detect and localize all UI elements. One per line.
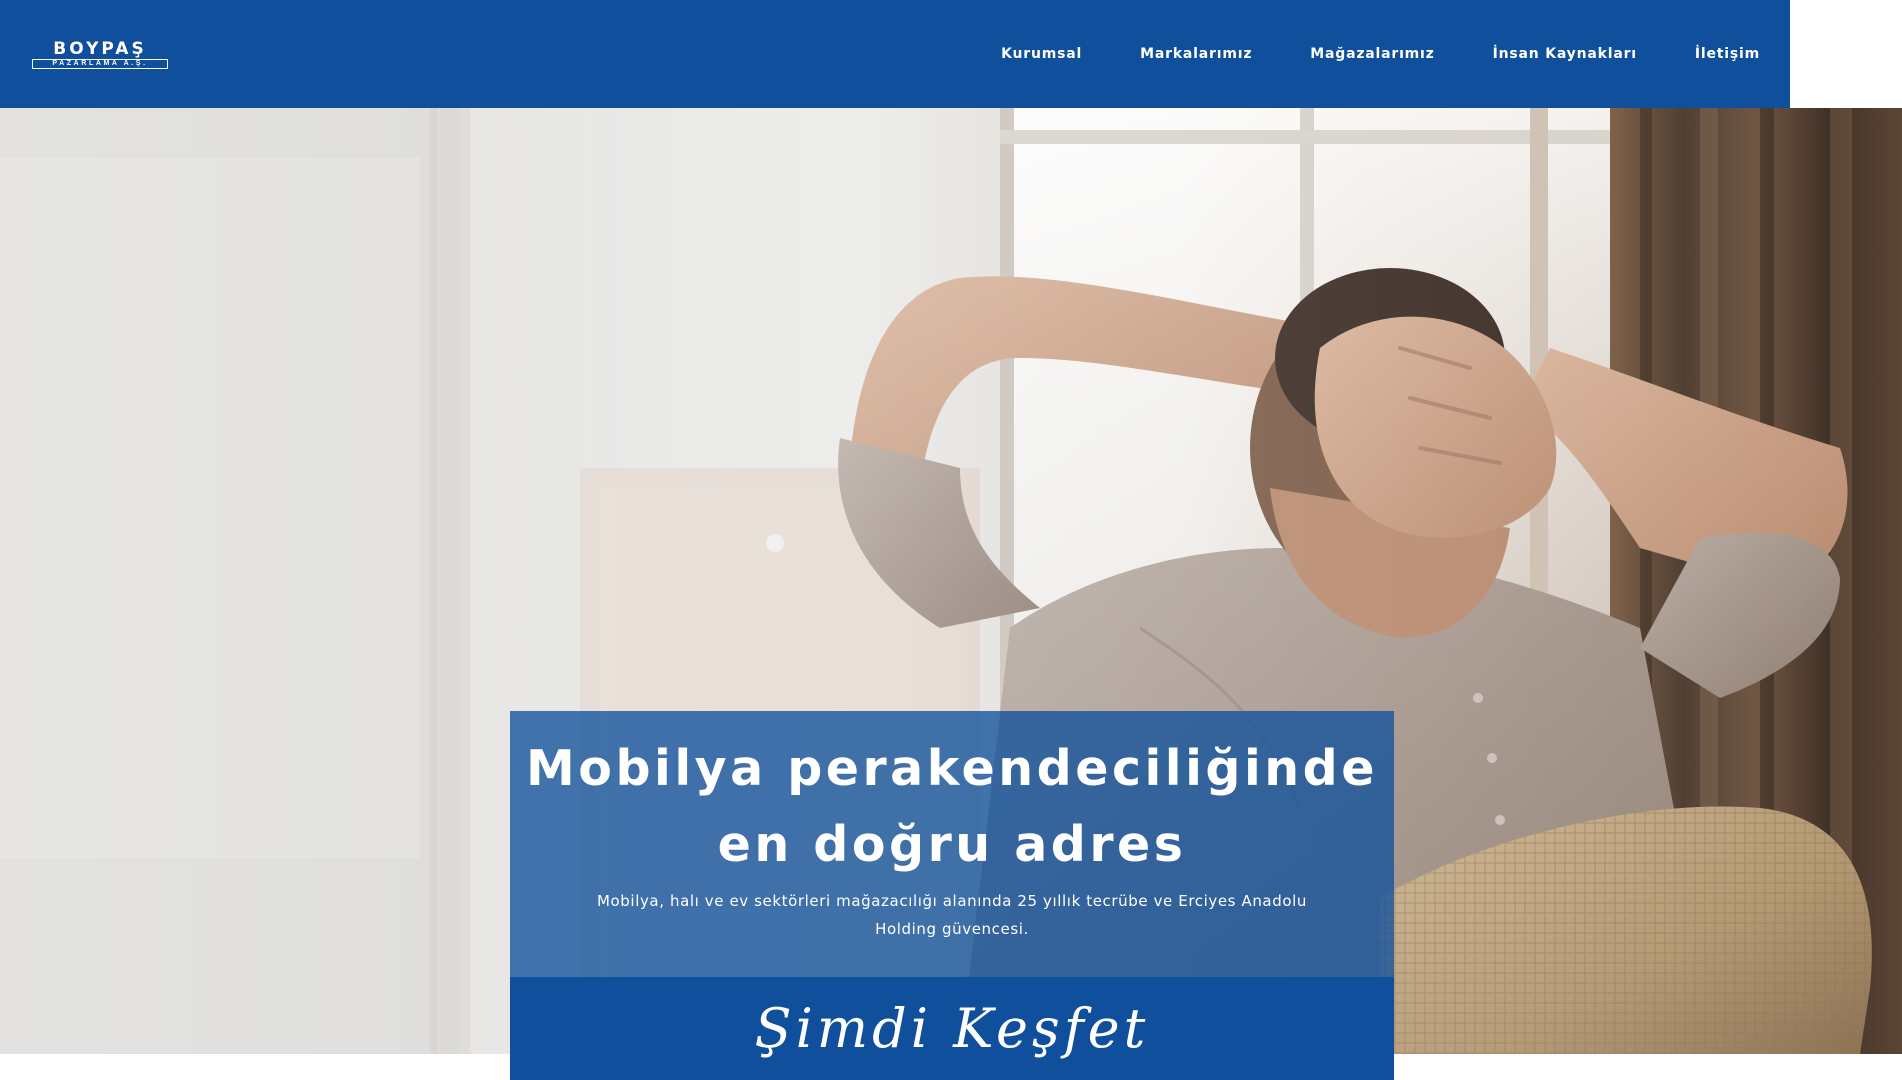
nav-item-markalarimiz[interactable]: Markalarımız [1140, 46, 1252, 62]
logo-tagline: PAZARLAMA A.Ş. [32, 59, 168, 69]
site-header: BOYPAŞ PAZARLAMA A.Ş. Kurumsal Markaları… [0, 0, 1790, 108]
hero-caption-box: Mobilya perakendeciliğinde en doğru adre… [510, 711, 1394, 977]
hero-headline: Mobilya perakendeciliğinde en doğru adre… [510, 711, 1394, 883]
hero-subtext: Mobilya, halı ve ev sektörleri mağazacıl… [596, 892, 1307, 938]
main-nav: Kurumsal Markalarımız Mağazalarımız İnsa… [943, 0, 1760, 108]
hero-headline-line1: Mobilya perakendeciliğinde [526, 740, 1378, 797]
nav-item-insan-kaynaklari[interactable]: İnsan Kaynakları [1493, 46, 1637, 62]
nav-item-kurumsal[interactable]: Kurumsal [1001, 46, 1082, 62]
boypas-logo[interactable]: BOYPAŞ PAZARLAMA A.Ş. [32, 41, 168, 71]
nav-item-magazalarimiz[interactable]: Mağazalarımız [1310, 46, 1434, 62]
nav-item-iletisim[interactable]: İletişim [1695, 46, 1760, 62]
hero-headline-line2: en doğru adres [717, 816, 1187, 873]
logo-wordmark: BOYPAŞ [53, 39, 147, 59]
explore-now-button[interactable]: Şimdi Keşfet [510, 977, 1394, 1080]
